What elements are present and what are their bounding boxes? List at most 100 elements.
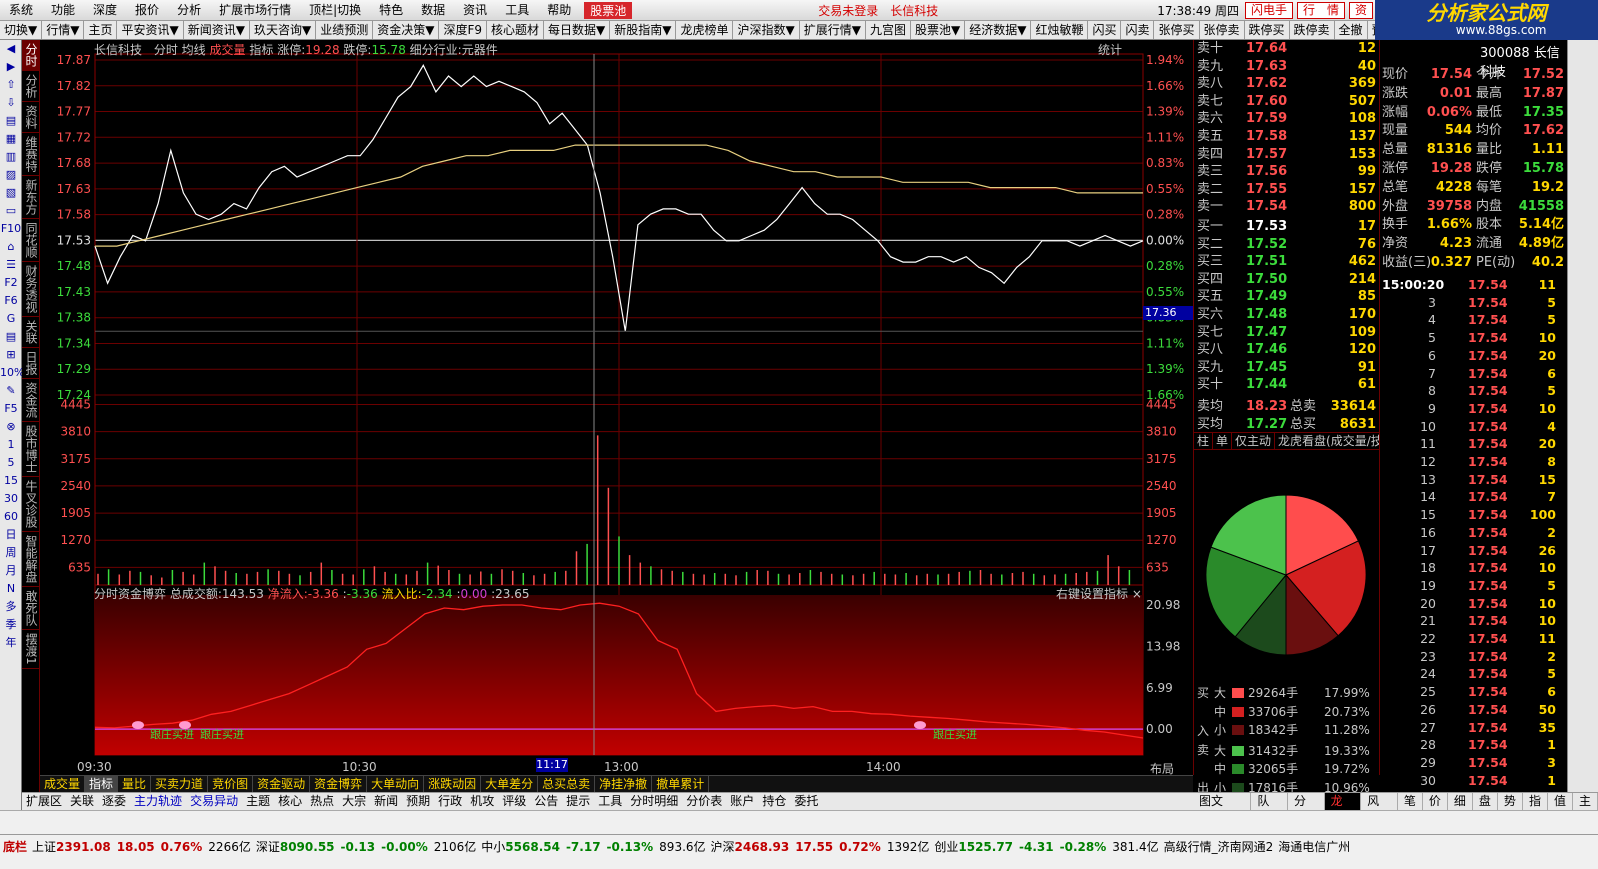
toolbar-item[interactable]: 张停买 xyxy=(1154,21,1200,39)
right-bottom-tab[interactable]: 值 xyxy=(1548,793,1573,810)
left-tool-icon[interactable]: F2 xyxy=(0,274,22,292)
trade-login-notice[interactable]: 交易未登录 xyxy=(812,2,884,19)
extension-tab[interactable]: 核心 xyxy=(274,793,306,810)
toolbar-item[interactable]: 深度F9 xyxy=(439,21,487,39)
stock-pool-button[interactable]: 股票池 xyxy=(584,1,633,19)
left-tool-icon[interactable]: 5 xyxy=(0,454,22,472)
toolbar-item[interactable]: 平安资讯▼ xyxy=(117,21,184,39)
indicator-tab[interactable]: 大单差分 xyxy=(481,776,539,792)
left-tool-icon[interactable]: ⌂ xyxy=(0,238,22,256)
left-tool-icon[interactable]: 10% xyxy=(0,364,24,382)
right-bottom-tab[interactable]: 价 xyxy=(1423,793,1448,810)
indicator-tab[interactable]: 竞价图 xyxy=(208,776,254,792)
right-scrollbar[interactable] xyxy=(1567,40,1598,812)
left-tool-icon[interactable]: 15 xyxy=(0,472,22,490)
menu-item-data[interactable]: 数据 xyxy=(412,0,454,20)
indicator-tab[interactable]: 大单动向 xyxy=(367,776,425,792)
toolbar-item[interactable]: 全撤 xyxy=(1335,21,1368,39)
toolbar-item[interactable]: 切换▼ xyxy=(0,21,43,39)
menu-item-function[interactable]: 功能 xyxy=(42,0,84,20)
left-tool-icon[interactable]: F5 xyxy=(0,400,22,418)
right-bottom-tab[interactable]: 分布 xyxy=(1288,793,1325,825)
left-tool-icon[interactable]: 日 xyxy=(0,526,22,544)
left-tool-icon[interactable]: ▦ xyxy=(0,130,22,148)
extension-tab[interactable]: 逐委 xyxy=(98,793,130,810)
left-tool-icon[interactable]: ☰ xyxy=(0,256,22,274)
toolbar-item[interactable]: 主页 xyxy=(84,21,118,39)
toolbar-item[interactable]: 扩展行情▼ xyxy=(800,21,866,39)
index-quote[interactable]: 中小5568.54 -7.17 -0.13% 893.6亿 xyxy=(481,838,705,855)
vertical-tab[interactable]: 日报 xyxy=(22,348,40,379)
toolbar-item[interactable]: 闪卖 xyxy=(1121,21,1155,39)
left-tool-icon[interactable]: F10 xyxy=(0,220,22,238)
left-tool-icon[interactable]: 多 xyxy=(0,598,22,616)
vertical-tab[interactable]: 资金流 xyxy=(22,379,40,422)
indicator-tab[interactable]: 撤单累计 xyxy=(652,776,710,792)
feed-server[interactable]: 高级行情_济南网通2 xyxy=(1164,838,1274,855)
extension-tab[interactable]: 扩展区 xyxy=(22,793,66,810)
left-tool-icon[interactable]: ▨ xyxy=(0,166,22,184)
extension-tab[interactable]: 工具 xyxy=(594,793,626,810)
right-bottom-tab[interactable]: 主 xyxy=(1573,793,1598,810)
left-tool-icon[interactable]: G xyxy=(0,310,22,328)
toolbar-item[interactable]: 新闻资讯▼ xyxy=(184,21,250,39)
right-bottom-tab[interactable]: 风向 xyxy=(1361,793,1398,825)
toolbar-item[interactable]: 新股指南▼ xyxy=(610,21,677,39)
left-tool-icon[interactable]: 60 xyxy=(0,508,22,526)
close-icon[interactable]: × xyxy=(1132,587,1142,601)
extension-tab[interactable]: 大宗 xyxy=(338,793,370,810)
left-tool-icon[interactable]: ◀ xyxy=(0,40,22,58)
indicator-tab[interactable]: 成交量 xyxy=(40,776,86,792)
left-tool-icon[interactable]: 周 xyxy=(0,544,22,562)
left-tool-icon[interactable]: ▤ xyxy=(0,328,22,346)
menu-item-topbar-toggle[interactable]: 顶栏|切换 xyxy=(300,0,370,20)
extension-tab[interactable]: 预期 xyxy=(402,793,434,810)
extension-tab[interactable]: 账户 xyxy=(726,793,758,810)
menu-item-ext-market[interactable]: 扩展市场行情 xyxy=(210,0,300,20)
info-button[interactable]: 资 xyxy=(1348,1,1373,19)
order-book-tab[interactable]: 柱 xyxy=(1194,433,1214,449)
toolbar-item[interactable]: 股票池▼ xyxy=(911,21,966,39)
right-click-settings[interactable]: 右键设置指标 × xyxy=(1056,585,1142,602)
toolbar-item[interactable]: 预警 xyxy=(1368,21,1375,39)
extension-tab[interactable]: 公告 xyxy=(530,793,562,810)
extension-tab[interactable]: 委托 xyxy=(790,793,822,810)
right-bottom-tab[interactable]: 指 xyxy=(1523,793,1548,810)
extension-tab[interactable]: 提示 xyxy=(562,793,594,810)
vertical-tab[interactable]: 分析 xyxy=(22,71,40,102)
chart-mode[interactable]: 分时 均线 xyxy=(154,43,206,57)
toolbar-item[interactable]: 跌停卖 xyxy=(1290,21,1335,39)
indicator-tab[interactable]: 资金驱动 xyxy=(253,776,311,792)
extension-tab[interactable]: 评级 xyxy=(498,793,530,810)
indicator-tab[interactable]: 资金博弈 xyxy=(310,776,368,792)
extension-tab[interactable]: 主力轨迹 xyxy=(130,793,186,810)
extension-tab[interactable]: 行政 xyxy=(434,793,466,810)
extension-tab[interactable]: 关联 xyxy=(66,793,98,810)
toolbar-item[interactable]: 业绩预测 xyxy=(316,21,374,39)
vertical-tab[interactable]: 牛叉诊股 xyxy=(22,477,40,532)
right-bottom-tab[interactable]: 细 xyxy=(1448,793,1473,810)
menu-item-news[interactable]: 资讯 xyxy=(454,0,496,20)
vertical-tab[interactable]: 维赛特 xyxy=(22,133,40,176)
vertical-tab[interactable]: 摆渡1 xyxy=(22,630,40,669)
vertical-tab[interactable]: 新东方 xyxy=(22,176,40,219)
vertical-tab[interactable]: 资料 xyxy=(22,102,40,133)
right-bottom-tab[interactable]: 队列 xyxy=(1251,793,1289,825)
chart-indicator-label[interactable]: 指标 xyxy=(249,43,273,57)
left-tool-icon[interactable]: ✎ xyxy=(0,382,22,400)
menu-item-tools[interactable]: 工具 xyxy=(496,0,538,20)
left-tool-icon[interactable]: ⇧ xyxy=(0,76,22,94)
intraday-chart[interactable]: 17.87 1.94% 17.82 1.66% 17.77 1.39% 17.72 1.11%… xyxy=(40,40,1193,776)
extension-tab[interactable]: 分时明细 xyxy=(626,793,682,810)
right-bottom-tab[interactable]: 龙虎 xyxy=(1324,793,1362,825)
left-tool-icon[interactable]: 年 xyxy=(0,634,22,652)
index-quote[interactable]: 上证2391.08 18.05 0.76% 2266亿 xyxy=(32,838,251,855)
toolbar-item[interactable]: 经济数据▼ xyxy=(965,21,1032,39)
order-book-tab[interactable]: 仅主动 xyxy=(1232,433,1276,449)
toolbar-item[interactable]: 资金决策▼ xyxy=(373,21,440,39)
vertical-tab[interactable]: 关联 xyxy=(22,317,40,348)
left-tool-icon[interactable]: 月 xyxy=(0,562,22,580)
left-tool-icon[interactable]: ▤ xyxy=(0,112,22,130)
left-tool-icon[interactable]: ▭ xyxy=(0,202,22,220)
toolbar-item[interactable]: 玖天咨询▼ xyxy=(250,21,317,39)
